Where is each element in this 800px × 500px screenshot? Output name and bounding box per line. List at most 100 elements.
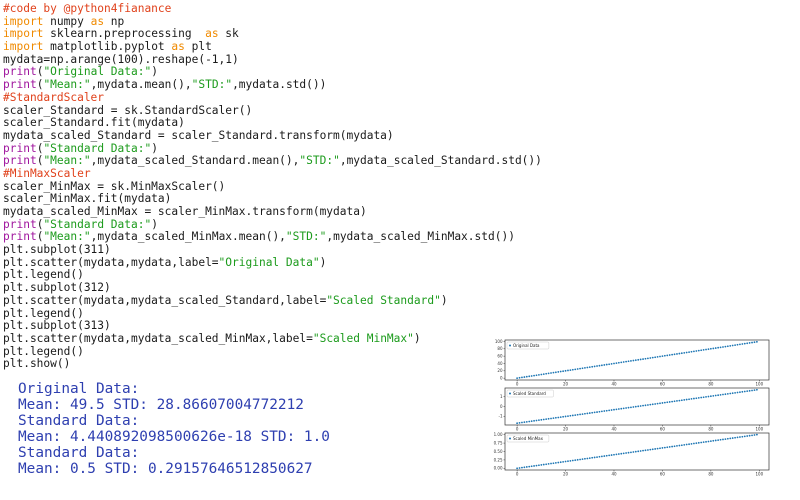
data-point — [649, 403, 652, 406]
data-point — [547, 372, 550, 375]
data-point — [743, 342, 746, 345]
data-point — [533, 465, 535, 467]
data-point — [610, 409, 613, 411]
code-token-plain: ,mydata_scaled_MinMax.mean(), — [90, 230, 286, 244]
data-point — [702, 349, 705, 351]
code-token-plain: ) — [151, 141, 158, 155]
data-point — [579, 413, 581, 416]
x-tick-label: 40 — [611, 382, 617, 387]
data-point — [571, 459, 574, 462]
data-point — [693, 350, 695, 353]
data-point — [731, 344, 734, 347]
data-point — [739, 436, 741, 438]
data-point — [709, 347, 712, 350]
code-token-plain: ,mydata_scaled_Standard.mean(), — [90, 154, 300, 168]
data-point — [617, 453, 620, 455]
data-point — [741, 390, 744, 393]
data-point — [736, 343, 739, 346]
data-point — [530, 420, 533, 423]
data-point — [586, 457, 589, 460]
data-point — [593, 456, 596, 459]
legend-marker — [509, 344, 511, 347]
data-point — [680, 352, 683, 355]
data-point — [554, 416, 557, 419]
data-point — [610, 454, 613, 456]
data-point — [586, 366, 589, 369]
code-token-print: print — [3, 217, 37, 231]
code-token-print: print — [3, 78, 37, 92]
data-point — [634, 405, 637, 408]
data-point — [661, 402, 664, 404]
legend-label: Original Data — [513, 343, 540, 348]
data-point — [518, 376, 521, 379]
data-point — [588, 412, 591, 414]
code-token-string: "Scaled Standard" — [326, 293, 441, 307]
data-point — [584, 457, 586, 460]
data-point — [668, 446, 671, 448]
data-point — [729, 437, 732, 440]
data-point — [567, 369, 569, 372]
data-point — [521, 466, 523, 469]
data-point — [603, 364, 606, 366]
code-token-comment: #StandardScaler — [3, 90, 105, 104]
data-point — [695, 397, 698, 400]
data-point — [632, 359, 635, 362]
data-point — [678, 444, 681, 447]
data-point — [726, 437, 729, 440]
code-token-plain: sklearn.preprocessing — [43, 27, 206, 41]
data-point — [748, 342, 751, 344]
data-point — [591, 365, 594, 368]
data-point — [685, 351, 688, 354]
code-token-print: print — [3, 65, 37, 79]
data-point — [523, 376, 526, 378]
data-point — [642, 404, 644, 407]
code-token-plain: ) — [440, 293, 448, 307]
data-point — [528, 465, 531, 468]
data-point — [755, 340, 758, 343]
code-token-plain: scaler_Standard = sk.StandardScaler() — [3, 103, 253, 117]
code-token-plain: ) — [151, 65, 158, 79]
y-tick-label: 0.25 — [494, 457, 503, 462]
data-point — [676, 400, 678, 402]
code-token-plain: ,mydata_scaled_Standard.std()) — [339, 154, 542, 168]
data-point — [564, 460, 567, 463]
data-point — [552, 462, 555, 465]
data-point — [605, 454, 608, 457]
data-point — [705, 395, 707, 398]
data-point — [530, 465, 533, 468]
legend-label: Scaled MinMax — [513, 436, 544, 441]
x-tick-label: 20 — [563, 472, 569, 477]
data-point — [646, 357, 649, 360]
console-output: Original Data: Mean: 49.5 STD: 28.8660700… — [18, 381, 330, 478]
output-line: Mean: 49.5 STD: 28.86607004772212 — [18, 397, 304, 414]
data-point — [574, 368, 577, 371]
data-point — [567, 415, 569, 418]
data-point — [596, 411, 598, 413]
data-point — [734, 436, 736, 439]
data-point — [637, 405, 640, 408]
data-point — [552, 417, 555, 420]
data-point — [746, 390, 749, 393]
data-point — [690, 442, 693, 445]
data-point — [673, 445, 676, 448]
x-tick-label: 0 — [516, 472, 519, 477]
data-point — [613, 362, 615, 365]
code-token-plain: scaler_MinMax = sk.MinMaxScaler() — [3, 179, 226, 193]
data-point — [603, 455, 606, 457]
y-tick-label: 0 — [500, 404, 503, 409]
code-token-keyword: as — [171, 40, 185, 54]
data-point — [581, 367, 584, 370]
x-tick-label: 20 — [563, 427, 569, 432]
code-token-string: "Original Data" — [218, 255, 320, 269]
data-point — [528, 375, 531, 378]
data-point — [739, 343, 741, 346]
data-point — [630, 451, 632, 454]
x-tick-label: 80 — [708, 427, 714, 432]
data-point — [700, 349, 703, 352]
data-point — [637, 450, 640, 453]
code-token-plain: scaler_MinMax.fit(mydata) — [3, 192, 172, 206]
output-line: Standard Data: — [18, 413, 140, 430]
data-point — [564, 415, 567, 418]
data-point — [649, 357, 652, 359]
output-line: Mean: 0.5 STD: 0.29157646512850627 — [18, 461, 313, 478]
